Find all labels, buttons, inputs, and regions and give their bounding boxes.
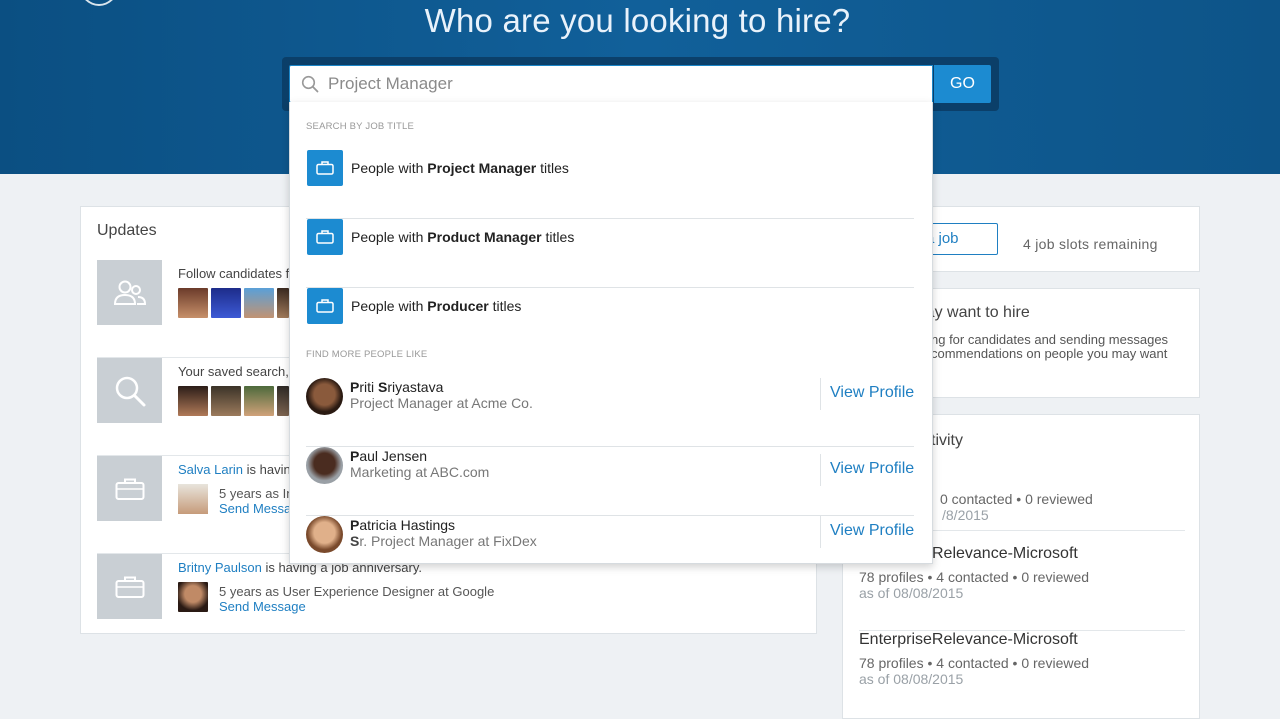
search-box[interactable] (289, 65, 933, 103)
avatar (306, 516, 343, 553)
project-stats: 78 profiles • 4 contacted • 0 reviewed (859, 569, 1090, 585)
page-title: Who are you looking to hire? (424, 2, 851, 39)
view-profile-link[interactable]: View Profile (830, 522, 914, 540)
briefcase-icon (307, 150, 343, 186)
users-icon (97, 260, 162, 325)
briefcase-icon (97, 554, 162, 619)
section-label-job-title: SEARCH BY JOB TITLE (306, 121, 414, 132)
update-text: Follow candidates f (178, 266, 290, 281)
person-role: Project Manager at Acme Co. (350, 395, 533, 411)
job-slots-remaining: 4 job slots remaining (1023, 236, 1158, 252)
send-message-link[interactable]: Send Message (219, 599, 306, 614)
avatar (306, 378, 343, 415)
view-profile-link[interactable]: View Profile (830, 384, 914, 402)
project-item[interactable]: EnterpriseRelevance-Microsoft 78 profile… (859, 631, 1185, 717)
search-input[interactable] (328, 66, 918, 102)
suggestion-text: People with Product Manager titles (351, 229, 575, 245)
update-subline: 5 years as User Experience Designer at G… (219, 584, 495, 599)
project-date: as of 08/08/2015 (859, 585, 964, 601)
avatar (306, 447, 343, 484)
candidate-link[interactable]: Britny Paulson (178, 560, 262, 575)
update-text: Your saved search, (178, 364, 289, 379)
view-profile-link[interactable]: View Profile (830, 460, 914, 478)
person-suggestion[interactable]: Priti Sriyastava Project Manager at Acme… (306, 378, 914, 447)
divider (820, 378, 821, 410)
briefcase-icon (307, 219, 343, 255)
avatar[interactable] (244, 386, 274, 416)
update-item: Britny Paulson is having a job anniversa… (97, 554, 801, 652)
person-role: Sr. Project Manager at FixDex (350, 533, 537, 549)
avatar[interactable] (211, 288, 241, 318)
avatar[interactable] (178, 288, 208, 318)
divider (820, 516, 821, 548)
project-name[interactable]: EnterpriseRelevance-Microsoft (859, 631, 1078, 649)
avatar[interactable] (211, 386, 241, 416)
person-suggestion[interactable]: Patricia Hastings Sr. Project Manager at… (306, 516, 914, 562)
person-name: Paul Jensen (350, 448, 428, 464)
person-name: Patricia Hastings (350, 517, 456, 533)
update-text: Salva Larin is havin (178, 462, 291, 477)
suggestion-item[interactable]: People with Product Manager titles (306, 219, 914, 288)
project-date: as of 08/08/2015 (859, 671, 964, 687)
project-date: /8/2015 (942, 507, 989, 523)
search-icon (97, 358, 162, 423)
suggestion-text: People with Producer titles (351, 298, 522, 314)
avatar[interactable] (178, 386, 208, 416)
avatar[interactable] (244, 288, 274, 318)
suggestion-item[interactable]: People with Producer titles (306, 288, 914, 338)
candidate-avatars (178, 288, 289, 318)
section-label-people: FIND MORE PEOPLE LIKE (306, 349, 428, 360)
divider (820, 454, 821, 486)
briefcase-icon (97, 456, 162, 521)
suggestion-item[interactable]: People with Project Manager titles (306, 150, 914, 219)
project-stats: 78 profiles • 4 contacted • 0 reviewed (859, 655, 1090, 671)
search-icon (301, 75, 319, 93)
avatar[interactable] (178, 484, 208, 514)
may-hire-body: ng for candidates and sending messages c… (931, 332, 1169, 361)
person-role: Marketing at ABC.com (350, 464, 490, 480)
send-message-link[interactable]: Send Messa (219, 501, 291, 516)
updates-title: Updates (97, 222, 157, 239)
go-button[interactable]: GO (934, 65, 991, 103)
search-suggestions-dropdown: SEARCH BY JOB TITLE People with Project … (289, 102, 933, 564)
avatar[interactable] (277, 386, 289, 416)
person-name: Priti Sriyastava (350, 379, 444, 395)
candidate-avatars (178, 386, 289, 416)
avatar[interactable] (277, 288, 289, 318)
suggestion-text: People with Project Manager titles (351, 160, 569, 176)
project-stats: 0 contacted • 0 reviewed (940, 491, 1093, 507)
update-subline: 5 years as In (219, 486, 294, 501)
briefcase-icon (307, 288, 343, 324)
candidate-link[interactable]: Salva Larin (178, 462, 243, 477)
avatar[interactable] (178, 582, 208, 612)
project-name[interactable]: Relevance-Microsoft (932, 545, 1078, 563)
person-suggestion[interactable]: Paul Jensen Marketing at ABC.com View Pr… (306, 447, 914, 516)
